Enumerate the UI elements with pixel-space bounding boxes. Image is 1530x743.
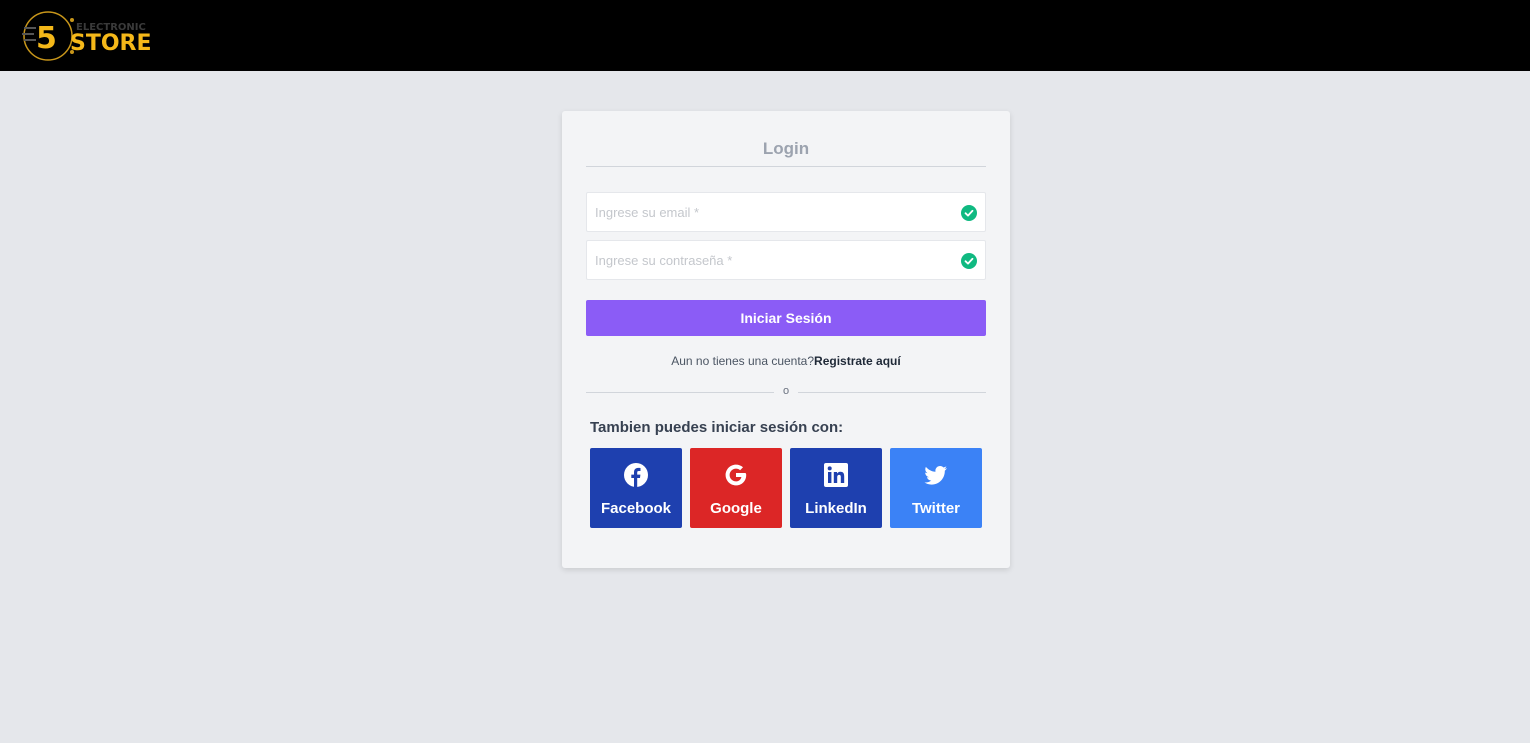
store-logo[interactable]: 5 ELECTRONIC STORE <box>18 8 168 64</box>
login-button[interactable]: Iniciar Sesión <box>586 300 986 336</box>
facebook-icon <box>624 463 648 487</box>
twitter-login-button[interactable]: Twitter <box>890 448 982 528</box>
check-circle-icon <box>961 205 977 221</box>
linkedin-label: LinkedIn <box>805 500 867 517</box>
linkedin-icon <box>824 463 848 487</box>
register-prompt-text: Aun no tienes una cuenta? <box>671 354 815 368</box>
divider-left <box>586 392 774 393</box>
google-icon <box>725 464 747 486</box>
check-circle-icon <box>961 253 977 269</box>
register-link[interactable]: Registrate aquí <box>814 354 901 368</box>
register-prompt: Aun no tienes una cuenta?Registrate aquí <box>586 354 986 368</box>
facebook-login-button[interactable]: Facebook <box>590 448 682 528</box>
svg-text:5: 5 <box>36 21 57 56</box>
svg-text:STORE: STORE <box>70 31 152 56</box>
google-login-button[interactable]: Google <box>690 448 782 528</box>
password-input[interactable] <box>587 241 985 279</box>
email-input[interactable] <box>587 193 985 231</box>
social-login-title: Tambien puedes iniciar sesión con: <box>590 419 844 436</box>
top-navbar: 5 ELECTRONIC STORE <box>0 0 1530 71</box>
login-card: Login Iniciar Sesión Aun no tienes una c… <box>562 111 1010 568</box>
login-title: Login <box>586 139 986 167</box>
linkedin-login-button[interactable]: LinkedIn <box>790 448 882 528</box>
twitter-icon <box>924 466 947 485</box>
email-field[interactable] <box>586 192 986 232</box>
google-label: Google <box>710 500 762 517</box>
divider-text: o <box>782 385 790 397</box>
facebook-label: Facebook <box>600 500 672 517</box>
twitter-label: Twitter <box>911 500 961 517</box>
password-field[interactable] <box>586 240 986 280</box>
divider-right <box>798 392 986 393</box>
